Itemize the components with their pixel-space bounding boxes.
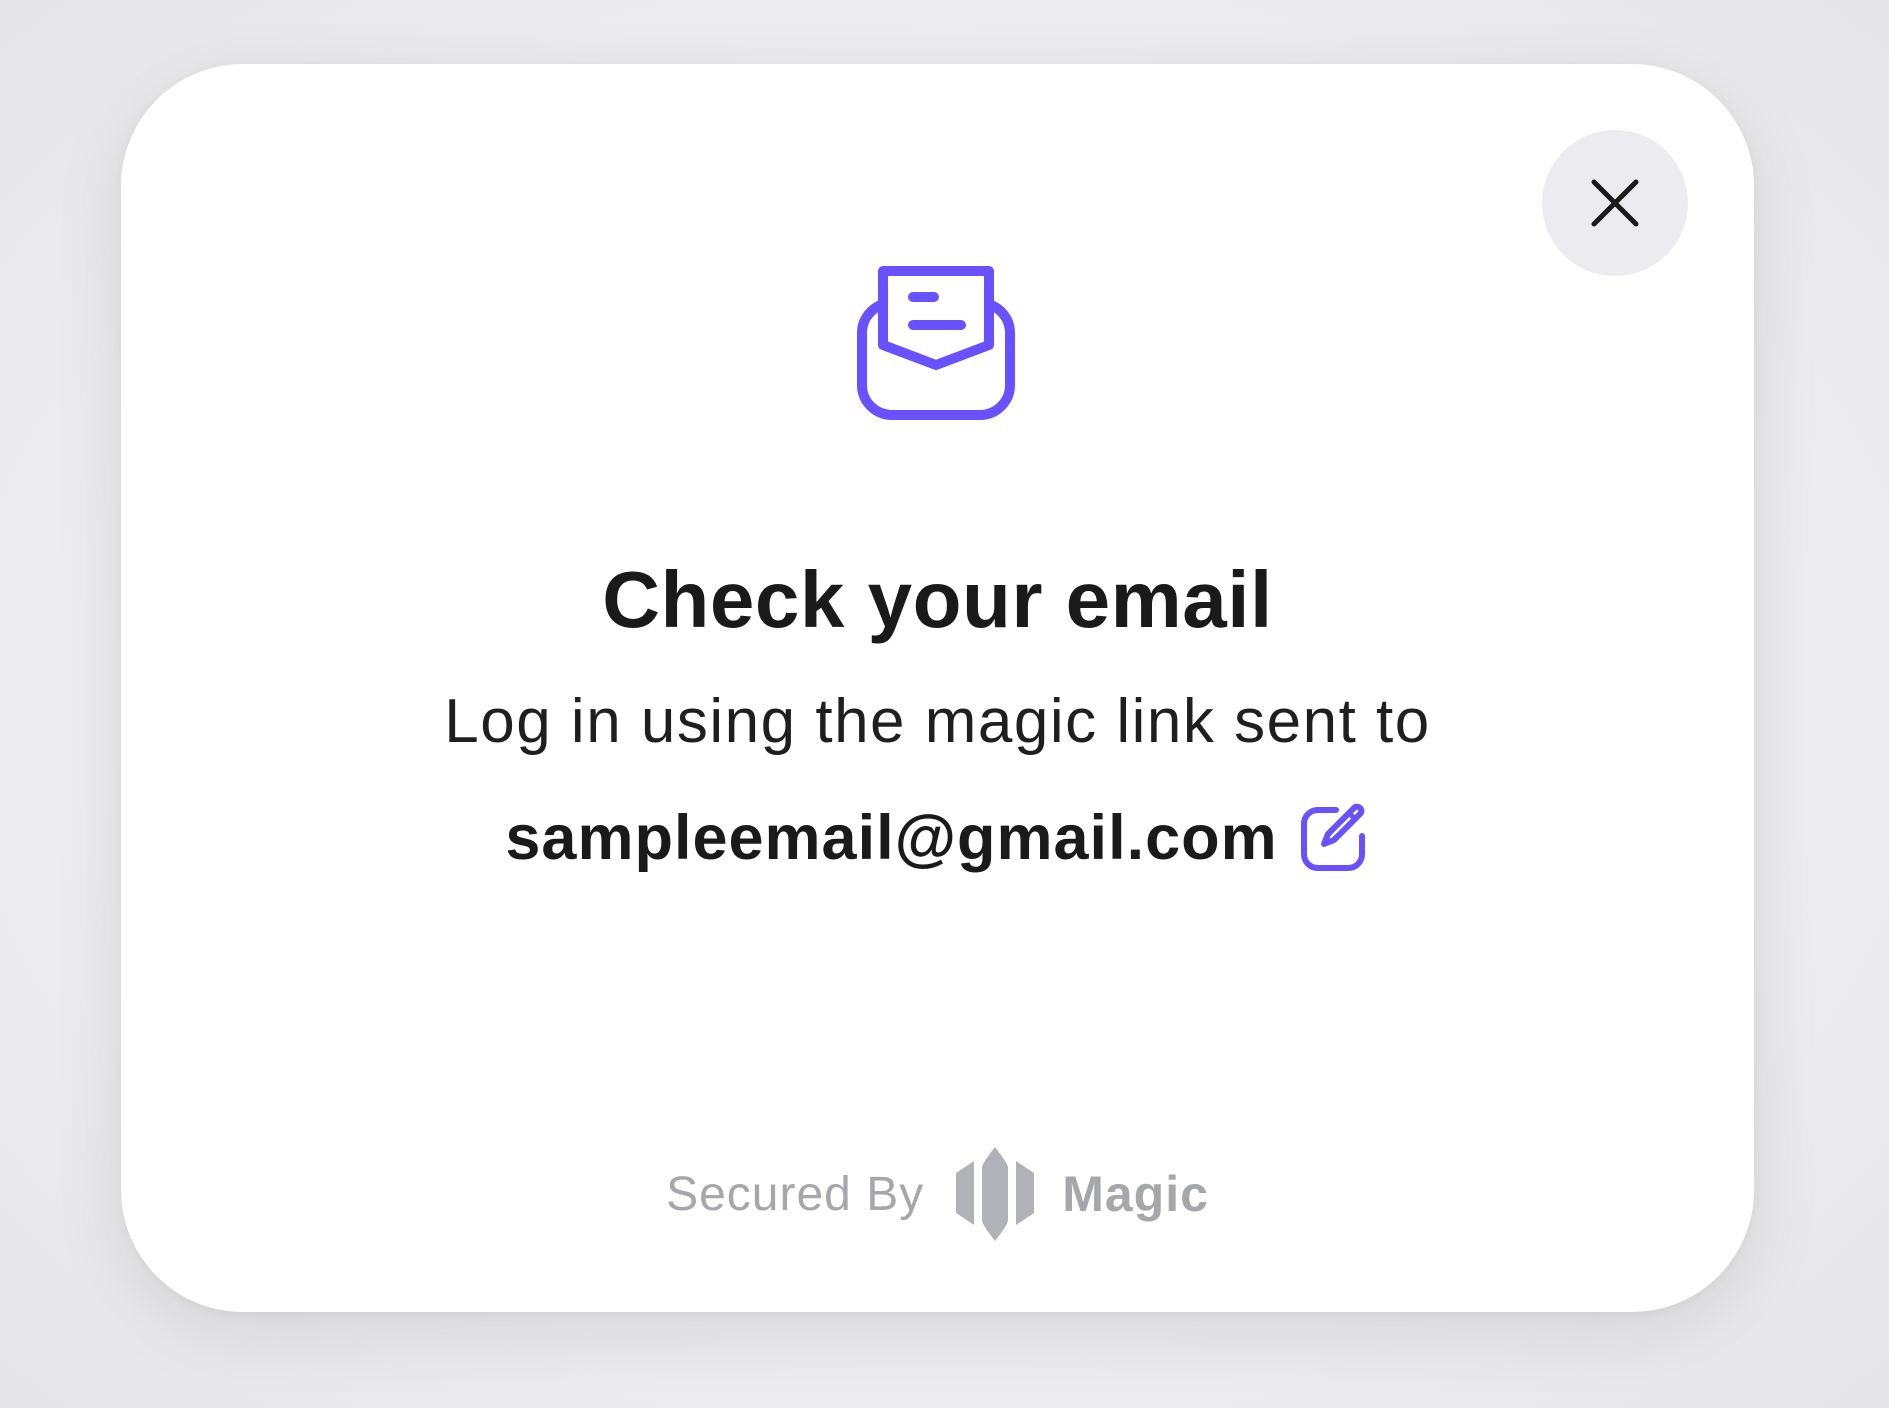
edit-email-button[interactable]: [1298, 802, 1370, 874]
magic-brand-name: Magic: [1062, 1166, 1209, 1222]
magic-logo-icon: [956, 1147, 1035, 1241]
secured-by-footer: Secured By Magic: [121, 1144, 1754, 1244]
email-sent-dialog: Check your email Log in using the magic …: [121, 64, 1754, 1312]
mail-open-icon: [856, 263, 1016, 423]
close-icon: [1589, 177, 1641, 229]
email-address: sampleemail@gmail.com: [505, 803, 1278, 873]
close-button[interactable]: [1542, 130, 1688, 276]
dialog-title: Check your email: [602, 555, 1273, 644]
edit-icon: [1298, 802, 1370, 874]
secured-by-label: Secured By: [666, 1167, 925, 1221]
dialog-subtitle: Log in using the magic link sent to: [444, 687, 1431, 756]
email-row: sampleemail@gmail.com: [121, 788, 1754, 888]
